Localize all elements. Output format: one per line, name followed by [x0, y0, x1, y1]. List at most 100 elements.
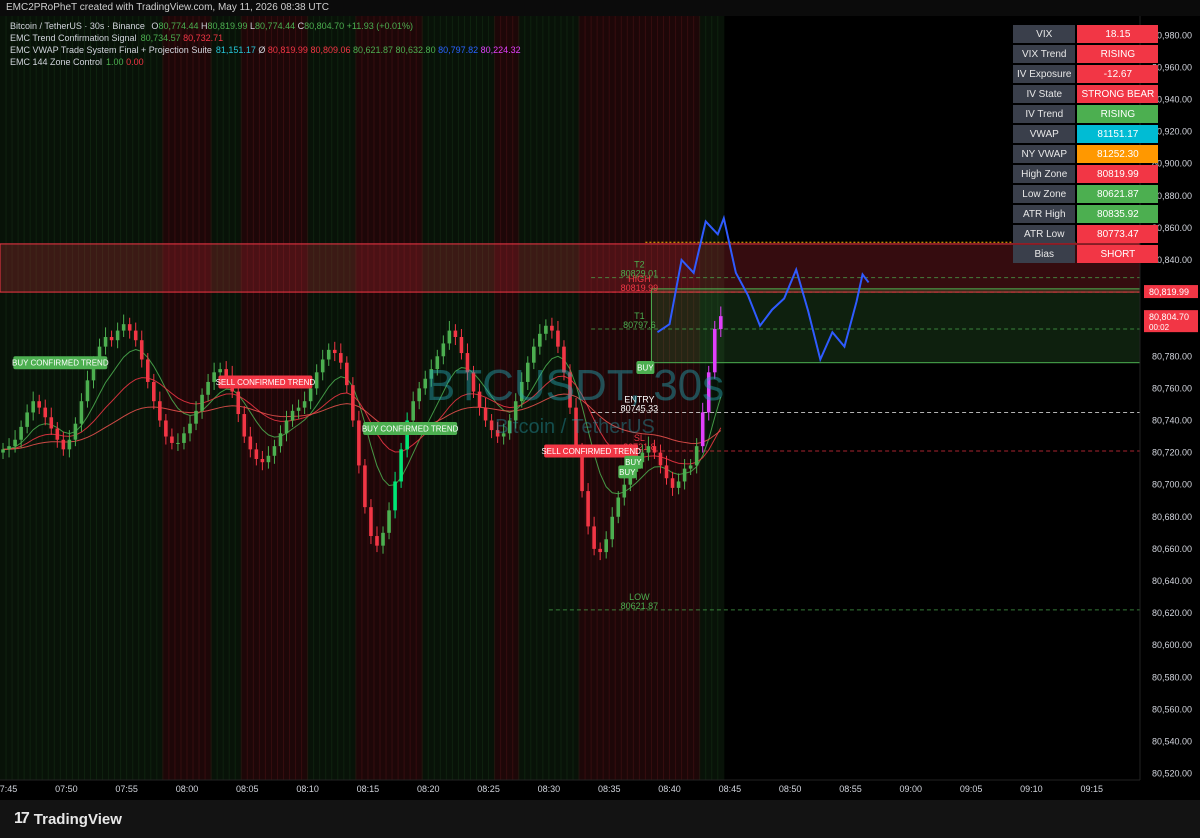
dashboard-key: IV Trend [1013, 105, 1076, 123]
dashboard-key: VWAP [1013, 125, 1076, 143]
dashboard-key: IV Exposure [1013, 65, 1076, 83]
dashboard-key: ATR Low [1013, 225, 1076, 243]
candle-body [700, 412, 705, 447]
symbol-name: Bitcoin / TetherUS · 30s · Binance [10, 21, 145, 31]
indicator-dashboard: VIX 18.15 VIX Trend RISING IV Exposure -12.67… [1011, 23, 1160, 265]
tradingview-brand[interactable]: 17 TradingView [14, 810, 122, 828]
price-tick-label: 80,760.00 [1152, 383, 1192, 393]
candle-body [194, 410, 198, 424]
countdown-text: 00:02 [1149, 323, 1170, 332]
price-tick-label: 80,600.00 [1152, 640, 1192, 650]
time-tick-label: 08:55 [839, 784, 862, 794]
candle-body [152, 381, 156, 402]
candle-body [718, 316, 723, 329]
level-value: 80621.87 [621, 601, 659, 611]
indicator-value: 80,809.06 [310, 45, 353, 55]
candle-body [182, 433, 186, 443]
bottom-bar: 17 TradingView [0, 800, 1200, 838]
high-zone-tag-text: 80,819.99 [1149, 287, 1189, 297]
dashboard-key: IV State [1013, 85, 1076, 103]
candle-body [254, 449, 259, 459]
candle-body [176, 442, 180, 444]
trend-band [246, 16, 254, 780]
trend-band [168, 16, 176, 780]
trend-band [222, 16, 230, 780]
buy-signal[interactable]: BUY [624, 455, 643, 469]
candle-body [326, 349, 331, 360]
candle-body [550, 325, 554, 331]
indicator-row[interactable]: EMC 144 Zone Control 1.00 0.00 [10, 56, 521, 68]
trend-band [282, 16, 291, 780]
trend-band [17, 16, 25, 780]
trend-band [11, 16, 19, 780]
trend-band [102, 16, 110, 780]
candle-body [224, 369, 228, 376]
buy-signal[interactable]: BUY CONFIRMED TREND [12, 356, 109, 370]
buy-signal[interactable]: BUY CONFIRMED TREND [362, 421, 459, 435]
price-tick-label: 80,540.00 [1152, 736, 1192, 746]
candle-body [139, 340, 144, 360]
indicator-row[interactable]: EMC Trend Confirmation Signal 80,734.57 8… [10, 32, 521, 44]
dashboard-value: 18.15 [1077, 25, 1159, 43]
trend-band [47, 16, 55, 780]
candle-body [73, 423, 78, 440]
ohlc-value: 80,819.99 [207, 21, 251, 31]
dashboard-value: -12.67 [1077, 65, 1159, 83]
time-tick-label: 09:00 [900, 784, 923, 794]
candle-body [592, 526, 596, 549]
candle-body [19, 426, 23, 440]
time-tick-label: 09:10 [1020, 784, 1043, 794]
price-tick-label: 80,660.00 [1152, 544, 1192, 554]
sell-signal[interactable]: SELL CONFIRMED TREND [216, 375, 316, 389]
sell-signal[interactable]: SELL CONFIRMED TREND [541, 444, 641, 458]
level-value: 80797.6 [623, 320, 656, 330]
signal-text: SELL CONFIRMED TREND [541, 447, 641, 456]
trend-band [71, 16, 79, 780]
trend-band [379, 16, 387, 780]
trend-band [355, 16, 363, 780]
candle-body [387, 510, 391, 533]
candle [399, 442, 403, 488]
candle-body [164, 420, 168, 437]
trend-band [361, 16, 369, 780]
trend-band [120, 16, 128, 780]
candle-body [399, 449, 403, 482]
time-tick-label: 07:55 [115, 784, 138, 794]
trend-band [367, 16, 375, 780]
candle-body [170, 436, 174, 443]
candle-body [290, 410, 295, 421]
level-value: 80819.99 [621, 283, 659, 293]
trend-band [258, 16, 266, 780]
signal-text: BUY CONFIRMED TREND [12, 359, 109, 368]
candle-body [556, 330, 560, 347]
candle-body [55, 428, 60, 440]
time-tick-label: 07:50 [55, 784, 78, 794]
candle-body [37, 401, 42, 408]
candle-body [658, 452, 663, 466]
candle-body [604, 539, 608, 553]
candle-body [447, 330, 452, 344]
trend-band [270, 16, 278, 780]
dashboard-value: 80621.87 [1077, 185, 1159, 203]
dashboard-row: VIX 18.15 [1013, 25, 1159, 43]
buy-signal[interactable]: BUY [636, 361, 655, 375]
candle-body [345, 362, 349, 386]
indicator-name: EMC Trend Confirmation Signal [10, 33, 137, 43]
candle-body [598, 548, 602, 553]
candle-body [188, 423, 192, 434]
trend-band [186, 16, 194, 780]
candle-body [248, 436, 253, 450]
dashboard-key: ATR High [1013, 205, 1076, 223]
symbol-row[interactable]: Bitcoin / TetherUS · 30s · Binance O80,7… [10, 20, 521, 32]
candle-body [236, 391, 241, 415]
indicator-value: 80,732.71 [183, 33, 224, 43]
indicator-row[interactable]: EMC VWAP Trade System Final + Projection… [10, 44, 521, 56]
trend-band [295, 16, 303, 780]
indicator-value: 80,797.82 [438, 45, 481, 55]
signal-text: SELL CONFIRMED TREND [216, 378, 316, 387]
candle-body [369, 507, 373, 537]
candle-body [43, 407, 48, 418]
candle-body [7, 446, 11, 450]
dashboard-row: IV State STRONG BEAR [1013, 85, 1159, 103]
trend-band [397, 16, 405, 780]
